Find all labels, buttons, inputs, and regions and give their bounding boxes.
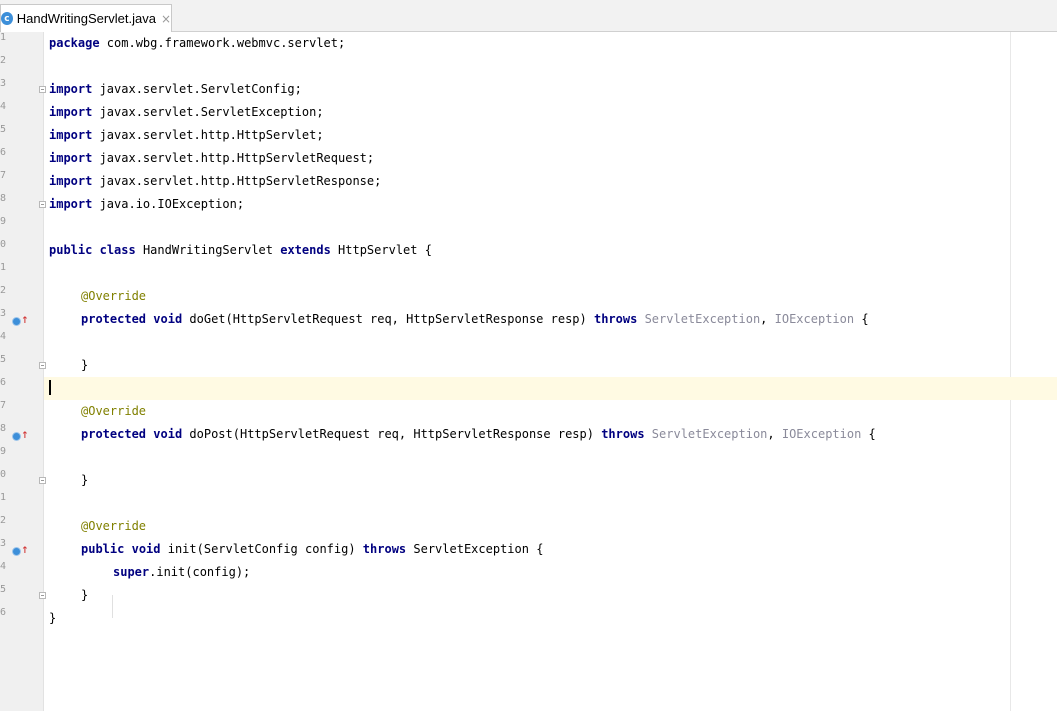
code-line: package com.wbg.framework.webmvc.servlet… — [49, 36, 346, 50]
code-line: protected void doGet(HttpServletRequest … — [81, 312, 869, 326]
line-number: 3 — [0, 308, 7, 319]
indent-guide — [112, 595, 113, 618]
line-number: 6 — [0, 147, 7, 158]
line-number: 3 — [0, 78, 7, 89]
line-number: 1 — [0, 32, 7, 43]
code-line: import javax.servlet.http.HttpServlet; — [49, 128, 324, 142]
tab-handwritingservlet-java[interactable]: c HandWritingServlet.java × — [0, 4, 172, 32]
up-arrow-icon: ↑ — [21, 316, 29, 326]
code-line: public void init(ServletConfig config) t… — [81, 542, 544, 556]
editor-tab-bar: c HandWritingServlet.java × — [0, 0, 1057, 32]
close-icon[interactable]: × — [161, 12, 171, 26]
code-line: } — [81, 358, 89, 372]
line-number: 2 — [0, 55, 7, 66]
code-line: protected void doPost(HttpServletRequest… — [81, 427, 876, 441]
line-number: 6 — [0, 377, 7, 388]
line-number: 9 — [0, 216, 7, 227]
java-class-icon: c — [1, 12, 13, 25]
override-dot-icon — [13, 432, 20, 440]
line-number: 5 — [0, 584, 7, 595]
override-dot-icon — [13, 317, 20, 325]
line-number: 4 — [0, 101, 7, 112]
override-method-icon[interactable]: ↑ — [13, 430, 29, 442]
line-number: 9 — [0, 446, 7, 457]
line-number: 8 — [0, 423, 7, 434]
code-line: public class HandWritingServlet extends … — [49, 243, 432, 257]
code-line: import javax.servlet.http.HttpServletReq… — [49, 151, 375, 165]
line-number: 1 — [0, 262, 7, 273]
override-method-icon[interactable]: ↑ — [13, 315, 29, 327]
up-arrow-icon: ↑ — [21, 546, 29, 556]
code-line: import javax.servlet.ServletConfig; — [49, 82, 302, 96]
line-number: 4 — [0, 561, 7, 572]
line-number: 4 — [0, 331, 7, 342]
line-number: 0 — [0, 239, 7, 250]
code-line: import java.io.IOException; — [49, 197, 245, 211]
line-number: 2 — [0, 285, 7, 296]
override-dot-icon — [13, 547, 20, 555]
code-line: import javax.servlet.ServletException; — [49, 105, 324, 119]
code-line: super.init(config); — [113, 565, 251, 579]
line-number: 7 — [0, 170, 7, 181]
line-number: 1 — [0, 492, 7, 503]
code-line: @Override — [81, 404, 147, 418]
override-method-icon[interactable]: ↑ — [13, 545, 29, 557]
code-line: import javax.servlet.http.HttpServletRes… — [49, 174, 382, 188]
code-editor[interactable]: package com.wbg.framework.webmvc.servlet… — [44, 32, 1057, 711]
line-number: 3 — [0, 538, 7, 549]
code-line: } — [49, 611, 57, 625]
line-number: 8 — [0, 193, 7, 204]
text-caret — [49, 380, 51, 395]
line-number: 6 — [0, 607, 7, 618]
current-line-highlight — [44, 377, 1057, 400]
line-number: 2 — [0, 515, 7, 526]
editor-gutter[interactable]: 1 2 3 4 5 6 7 8 9 0 1 2 3 4 5 6 7 8 9 0 … — [0, 32, 46, 711]
line-number: 7 — [0, 400, 7, 411]
up-arrow-icon: ↑ — [21, 431, 29, 441]
line-number: 5 — [0, 124, 7, 135]
line-number: 5 — [0, 354, 7, 365]
code-line: } — [81, 588, 89, 602]
code-line: @Override — [81, 519, 147, 533]
code-line: @Override — [81, 289, 147, 303]
line-number: 0 — [0, 469, 7, 480]
code-line: } — [81, 473, 89, 487]
tab-title: HandWritingServlet.java — [16, 11, 156, 26]
